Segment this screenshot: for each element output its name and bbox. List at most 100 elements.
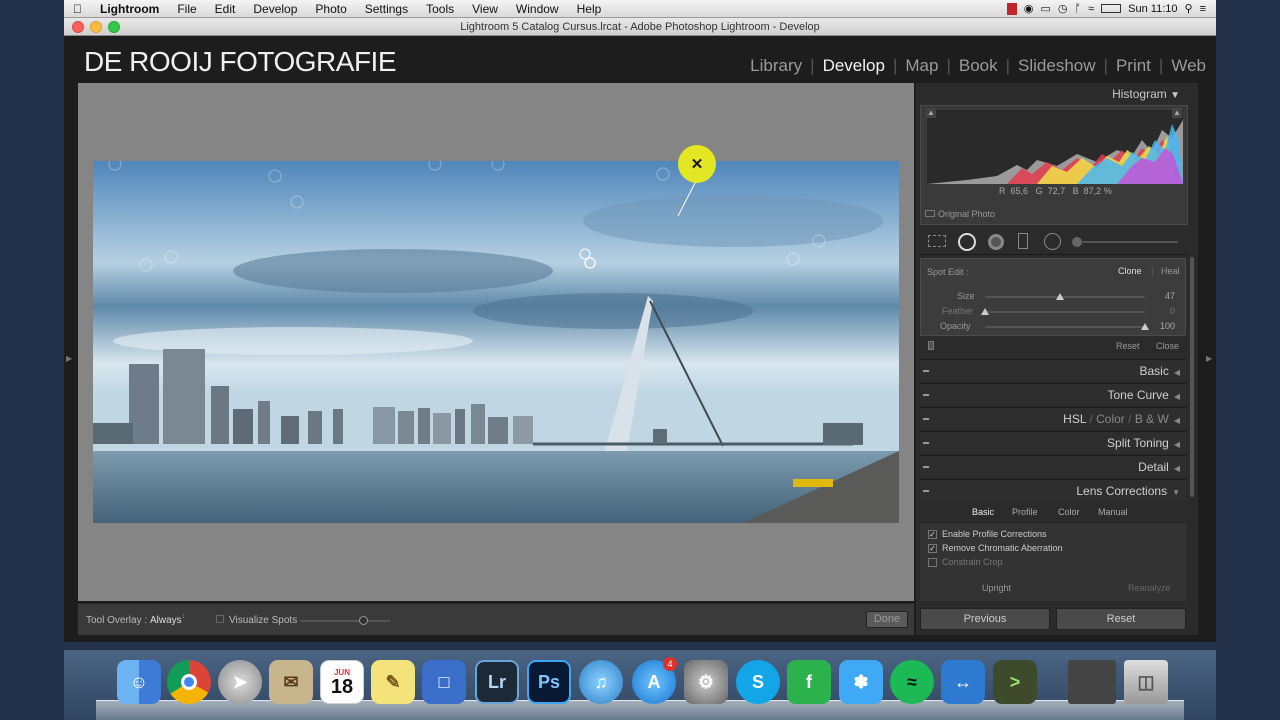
constrain-crop-option[interactable]: Constrain Crop: [928, 557, 1003, 568]
visualize-spots-checkbox[interactable]: [216, 615, 224, 623]
menu-photo[interactable]: Photo: [306, 2, 355, 16]
spot-close-button[interactable]: Close: [1156, 341, 1179, 351]
remove-chromatic-aberration-option[interactable]: ✓ Remove Chromatic Aberration: [928, 543, 1063, 554]
red-eye-tool-icon[interactable]: [988, 234, 1004, 250]
enable-profile-corrections-checkbox[interactable]: ✓: [928, 530, 937, 540]
spot-removal-tool-icon[interactable]: [958, 233, 976, 251]
module-map[interactable]: Map: [905, 56, 938, 76]
menu-help[interactable]: Help: [568, 2, 611, 16]
feather-slider[interactable]: [985, 311, 1145, 313]
feather-value[interactable]: 0: [1170, 306, 1175, 316]
bw-tab[interactable]: B & W: [1135, 412, 1169, 426]
twitter-icon[interactable]: ✽: [839, 660, 883, 704]
notes-icon[interactable]: ✎: [371, 660, 415, 704]
lens-tab-profile[interactable]: Profile: [1012, 507, 1038, 517]
menu-tools[interactable]: Tools: [417, 2, 463, 16]
menu-file[interactable]: File: [168, 2, 205, 16]
size-slider-thumb[interactable]: [1056, 293, 1065, 300]
spotify-icon[interactable]: ≈: [890, 660, 934, 704]
skype-icon[interactable]: S: [736, 660, 780, 704]
keynote-icon[interactable]: □: [422, 660, 466, 704]
opacity-slider-thumb[interactable]: [1141, 323, 1149, 330]
notification-center-icon[interactable]: ≡: [1200, 3, 1206, 15]
zoom-window-button[interactable]: [108, 21, 120, 33]
right-panel-toggle-icon[interactable]: ▶: [1206, 354, 1212, 363]
feather-slider-thumb[interactable]: [981, 308, 989, 315]
highlight-clipping-icon[interactable]: ▲: [1172, 108, 1182, 118]
system-preferences-icon[interactable]: ⚙: [684, 660, 728, 704]
record-icon[interactable]: [1006, 2, 1017, 15]
reanalyze-button[interactable]: Reanalyze: [1128, 583, 1171, 593]
minimized-window-icon[interactable]: [1068, 660, 1116, 704]
histogram-title[interactable]: Histogram ▼: [1112, 87, 1180, 101]
panel-tone-curve[interactable]: Tone Curve ◀: [920, 383, 1186, 405]
tool-overlay-select[interactable]: Always: [150, 615, 182, 626]
module-book[interactable]: Book: [959, 56, 998, 76]
lens-tab-basic[interactable]: Basic: [972, 507, 994, 517]
clone-mode-button[interactable]: Clone: [1118, 266, 1142, 276]
menu-clock[interactable]: Sun 11:10: [1128, 3, 1177, 15]
terminal-icon[interactable]: >: [993, 660, 1037, 704]
menu-lightroom[interactable]: Lightroom: [91, 2, 168, 16]
bluetooth-icon[interactable]: ᚩ: [1075, 3, 1082, 15]
menu-develop[interactable]: Develop: [244, 2, 306, 16]
lightroom-dock-icon[interactable]: Lr: [475, 660, 519, 704]
trash-icon[interactable]: ◫: [1124, 660, 1168, 704]
remove-chromatic-aberration-checkbox[interactable]: ✓: [928, 544, 937, 554]
module-develop[interactable]: Develop: [823, 56, 885, 76]
photo-preview[interactable]: [93, 161, 899, 523]
done-button[interactable]: Done: [866, 611, 908, 628]
basic-expand-icon[interactable]: ◀: [1174, 362, 1180, 384]
time-machine-icon[interactable]: ◷: [1058, 2, 1068, 15]
tool-overlay-arrows-icon[interactable]: ↕: [182, 613, 186, 620]
hsl-tab[interactable]: HSL: [1063, 412, 1086, 426]
reset-button[interactable]: Reset: [1056, 608, 1186, 630]
panel-basic[interactable]: Basic ◀: [920, 359, 1186, 381]
previous-button[interactable]: Previous: [920, 608, 1050, 630]
wifi-icon[interactable]: ≈: [1088, 3, 1094, 15]
heal-mode-button[interactable]: Heal: [1161, 266, 1180, 276]
constrain-crop-checkbox[interactable]: [928, 558, 937, 568]
launchpad-icon[interactable]: ➤: [218, 660, 262, 704]
spotlight-icon[interactable]: ⚲: [1185, 2, 1193, 15]
menu-edit[interactable]: Edit: [206, 2, 245, 16]
shadow-clipping-icon[interactable]: ▲: [926, 108, 936, 118]
finder-icon[interactable]: ☺: [117, 660, 161, 704]
status-icon[interactable]: ◉: [1024, 2, 1034, 15]
airplay-icon[interactable]: ▭: [1041, 2, 1051, 15]
chrome-icon[interactable]: [167, 660, 211, 704]
adjustment-brush-icon[interactable]: [1072, 237, 1082, 247]
image-canvas[interactable]: ✕: [78, 83, 914, 601]
feedly-icon[interactable]: f: [787, 660, 831, 704]
opacity-slider[interactable]: [985, 326, 1145, 328]
visualize-spots-slider[interactable]: [300, 620, 390, 622]
module-web[interactable]: Web: [1171, 56, 1206, 76]
panel-detail[interactable]: Detail ◀: [920, 455, 1186, 477]
left-panel-toggle-icon[interactable]: ▶: [66, 354, 72, 363]
close-window-button[interactable]: [72, 21, 84, 33]
photoshop-dock-icon[interactable]: Ps: [527, 660, 571, 704]
tool-toggle-switch[interactable]: [928, 341, 934, 350]
apple-icon[interactable]: : [64, 2, 91, 16]
lens-tab-manual[interactable]: Manual: [1098, 507, 1128, 517]
histogram-collapse-icon[interactable]: ▼: [1170, 90, 1180, 101]
minimize-window-button[interactable]: [90, 21, 102, 33]
color-tab[interactable]: Color: [1096, 412, 1125, 426]
menu-view[interactable]: View: [463, 2, 507, 16]
module-slideshow[interactable]: Slideshow: [1018, 56, 1096, 76]
visualize-spots-thumb[interactable]: [359, 616, 368, 625]
tone-curve-expand-icon[interactable]: ◀: [1174, 386, 1180, 408]
panel-scrollbar[interactable]: [1190, 257, 1194, 497]
menu-settings[interactable]: Settings: [356, 2, 417, 16]
size-value[interactable]: 47: [1165, 291, 1175, 301]
panel-lens-corrections[interactable]: Lens Corrections ▼: [920, 479, 1186, 501]
panel-split-toning[interactable]: Split Toning ◀: [920, 431, 1186, 453]
battery-icon[interactable]: [1101, 4, 1122, 13]
crop-tool-icon[interactable]: [928, 235, 946, 247]
size-slider[interactable]: [985, 296, 1145, 298]
selected-spot-delete-icon[interactable]: ✕: [678, 145, 716, 183]
itunes-icon[interactable]: ♫: [579, 660, 623, 704]
detail-expand-icon[interactable]: ◀: [1174, 458, 1180, 480]
teamviewer-icon[interactable]: ↔: [941, 660, 985, 704]
lens-tab-color[interactable]: Color: [1058, 507, 1080, 517]
